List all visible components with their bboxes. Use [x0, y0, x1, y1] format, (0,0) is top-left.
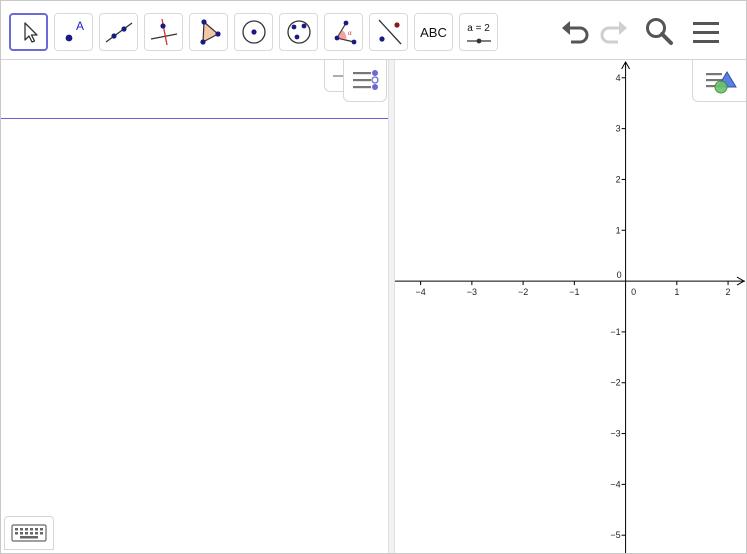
y-tick-label: 1	[616, 225, 621, 235]
y-tick-label: −3	[610, 429, 620, 439]
y-tick-label: −1	[610, 327, 620, 337]
arrow-pointer-icon	[23, 22, 38, 43]
style-bar-icon	[353, 69, 379, 90]
point-icon: A	[65, 19, 84, 42]
algebra-plus-tab[interactable]	[324, 60, 345, 92]
x-tick-label: −3	[467, 287, 477, 297]
perpendicular-line-icon	[150, 18, 177, 46]
keyboard-button[interactable]	[4, 516, 54, 550]
x-tick-label: 0	[631, 287, 636, 297]
hamburger-menu-icon	[693, 22, 719, 43]
y-tick-label: 2	[616, 174, 621, 184]
plus-icon	[333, 75, 345, 77]
keyboard-icon	[11, 524, 47, 542]
polygon-icon	[199, 19, 221, 45]
x-tick-label: −1	[569, 287, 579, 297]
x-tick-label: −4	[415, 287, 425, 297]
y-tick-label: −2	[610, 378, 620, 388]
perpendicular-line-tool[interactable]	[144, 13, 183, 51]
angle-icon: α	[334, 20, 356, 45]
y-tick-label: 0	[617, 270, 622, 280]
x-tick-label: 2	[726, 287, 731, 297]
angle-tool-label: α	[348, 29, 352, 37]
graphics-canvas[interactable]: −4 −3 −2 −1 0 1 2 4 3 2 1 0 −1 −2 −3 −4 −5	[395, 60, 746, 553]
slider-tool[interactable]: a = 2	[459, 13, 498, 51]
circle-three-points-icon	[286, 20, 311, 44]
algebra-input-underline	[1, 118, 388, 119]
circle-center-point-icon	[241, 20, 266, 44]
y-tick-label: 4	[616, 73, 621, 83]
y-tick-label: 3	[616, 124, 621, 134]
text-tool[interactable]: ABC	[414, 13, 453, 51]
circle-tool[interactable]	[234, 13, 273, 51]
y-tick-label: −5	[610, 530, 620, 540]
move-tool[interactable]	[9, 13, 48, 51]
view-divider[interactable]	[388, 60, 395, 553]
x-tick-label: 1	[674, 287, 679, 297]
reflect-tool[interactable]	[369, 13, 408, 51]
point-tool-label: A	[76, 19, 84, 33]
toolbar: A α ABC a = 2	[1, 1, 746, 60]
search-button[interactable]	[642, 15, 676, 49]
y-tick-label: −4	[610, 479, 620, 489]
undo-icon	[562, 21, 589, 44]
polygon-tool[interactable]	[189, 13, 228, 51]
point-tool[interactable]: A	[54, 13, 93, 51]
line-through-points-icon	[105, 22, 132, 43]
circle-three-points-tool[interactable]	[279, 13, 318, 51]
menu-button[interactable]	[689, 15, 723, 49]
reflect-about-line-icon	[378, 19, 401, 45]
line-tool[interactable]	[99, 13, 138, 51]
algebra-style-bar-toggle[interactable]	[343, 60, 387, 102]
redo-icon	[600, 21, 627, 44]
angle-tool[interactable]: α	[324, 13, 363, 51]
x-tick-label: −2	[518, 287, 528, 297]
text-icon: ABC	[420, 24, 447, 40]
undo-button[interactable]	[559, 15, 593, 49]
geogebra-window: A α ABC a = 2 −4 −3 −2 −1 0 1 2 4 3 2 1 …	[0, 0, 747, 554]
algebra-input[interactable]	[3, 60, 367, 120]
graphics-style-bar-icon	[705, 70, 737, 93]
redo-button[interactable]	[596, 15, 630, 49]
graphics-view[interactable]: −4 −3 −2 −1 0 1 2 4 3 2 1 0 −1 −2 −3 −4 −5	[395, 60, 746, 553]
slider-icon	[467, 38, 491, 44]
graphics-style-bar-toggle[interactable]	[692, 60, 746, 102]
search-icon	[646, 18, 673, 45]
algebra-view	[1, 60, 388, 553]
